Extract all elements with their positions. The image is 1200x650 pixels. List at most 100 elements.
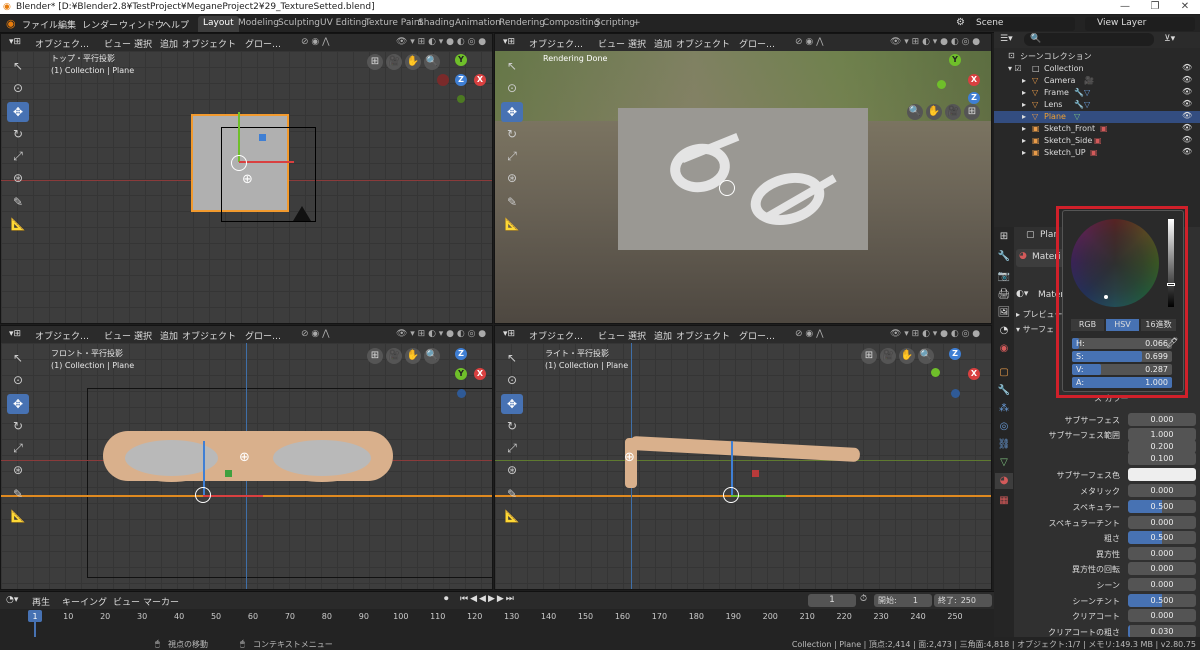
pan-icon[interactable]: ✋ bbox=[926, 104, 942, 120]
cursor-tool-icon[interactable]: ⊙ bbox=[501, 370, 523, 390]
property-field[interactable]: 0.500 bbox=[1128, 594, 1196, 607]
scale-tool-icon[interactable]: ⤢ bbox=[7, 438, 29, 458]
move-tool-icon[interactable]: ✥ bbox=[7, 102, 29, 122]
mode-selector[interactable]: オブジェク… bbox=[35, 37, 89, 50]
menu-add[interactable]: 追加 bbox=[160, 329, 178, 342]
data-tab-icon[interactable]: ▽ bbox=[995, 455, 1013, 471]
material-tab-icon[interactable]: ◕ bbox=[995, 473, 1013, 489]
measure-tool-icon[interactable]: 📐 bbox=[7, 506, 29, 526]
menu-object[interactable]: オブジェクト bbox=[182, 37, 236, 50]
outliner-item-sketch-side[interactable]: ▸ ▣ Sketch_Side ▣ 👁 bbox=[994, 135, 1200, 147]
cursor-tool-icon[interactable]: ⊙ bbox=[501, 78, 523, 98]
viewport-right[interactable]: ▾⊞ オブジェク… ビュー 選択 追加 オブジェクト グロー… ⊘ ◉ ⋀ 👁 … bbox=[494, 325, 992, 590]
snap-icon[interactable]: ⊘ ◉ ⋀ bbox=[795, 329, 824, 339]
measure-tool-icon[interactable]: 📐 bbox=[501, 506, 523, 526]
visibility-icon[interactable]: 👁 ▾ ⊞ ◐ ▾ ● ◐ ◎ ● bbox=[396, 329, 486, 339]
menu-file[interactable]: ファイル bbox=[22, 18, 58, 31]
editor-type-icon[interactable]: ▾⊞ bbox=[503, 329, 515, 339]
playback-controls[interactable]: ⏮◀◀▶▶⏭ bbox=[460, 594, 516, 604]
nav-y-axis[interactable]: Y bbox=[455, 54, 467, 66]
nav-x-axis[interactable]: X bbox=[968, 74, 980, 86]
transform-tool-icon[interactable]: ⊛ bbox=[501, 168, 523, 188]
editor-type-icon[interactable]: ◔▾ bbox=[6, 595, 18, 605]
glasses-lens-left[interactable] bbox=[119, 434, 224, 482]
property-field[interactable]: 0.000 bbox=[1128, 578, 1196, 591]
view-layer-tab-icon[interactable]: 🖼 bbox=[995, 305, 1013, 321]
transform-tool-icon[interactable]: ⊛ bbox=[501, 460, 523, 480]
close-button[interactable]: ✕ bbox=[1170, 1, 1200, 12]
property-field[interactable]: 0.100 bbox=[1128, 452, 1196, 465]
nav-neg-z[interactable] bbox=[951, 389, 960, 398]
measure-tool-icon[interactable]: 📐 bbox=[501, 214, 523, 234]
gizmo-x-arrow[interactable] bbox=[203, 495, 263, 497]
orientation-selector[interactable]: グロー… bbox=[739, 37, 775, 50]
menu-view[interactable]: ビュー bbox=[104, 329, 131, 342]
cursor-tool-icon[interactable]: ⊙ bbox=[7, 370, 29, 390]
menu-select[interactable]: 選択 bbox=[134, 37, 152, 50]
menu-view[interactable]: ビュー bbox=[598, 37, 625, 50]
select-tool-icon[interactable]: ↖ bbox=[501, 56, 523, 76]
annotate-tool-icon[interactable]: ✎ bbox=[501, 192, 523, 212]
start-frame-field[interactable]: 開始: 1 bbox=[874, 594, 932, 607]
gizmo-plane-handle[interactable] bbox=[752, 470, 759, 477]
camera-icon[interactable] bbox=[293, 206, 311, 221]
measure-tool-icon[interactable]: 📐 bbox=[7, 214, 29, 234]
visibility-icon[interactable]: 👁 ▾ ⊞ ◐ ▾ ● ◐ ◎ ● bbox=[890, 329, 980, 339]
gizmo-center[interactable] bbox=[723, 487, 739, 503]
rotate-tool-icon[interactable]: ↻ bbox=[501, 416, 523, 436]
eye-icon[interactable]: 👁 bbox=[1182, 135, 1192, 144]
world-tab-icon[interactable]: ◉ bbox=[995, 341, 1013, 357]
constraints-tab-icon[interactable]: ⛓ bbox=[995, 437, 1013, 453]
property-field[interactable]: 0.500 bbox=[1128, 531, 1196, 544]
property-field[interactable]: 0.000 bbox=[1128, 413, 1196, 426]
scale-tool-icon[interactable]: ⤢ bbox=[501, 438, 523, 458]
viewport-top[interactable]: ▾⊞ オブジェク… ビュー 選択 追加 オブジェクト グロー… ⊘ ◉ ⋀ 👁 … bbox=[0, 33, 493, 324]
mode-selector[interactable]: オブジェク… bbox=[529, 37, 583, 50]
eye-icon[interactable]: 👁 bbox=[1182, 75, 1192, 84]
nav-y-axis[interactable]: Y bbox=[455, 368, 467, 380]
nav-z-axis[interactable]: Z bbox=[968, 92, 980, 104]
physics-tab-icon[interactable]: ◎ bbox=[995, 419, 1013, 435]
menu-select[interactable]: 選択 bbox=[628, 329, 646, 342]
gizmo-plane-handle[interactable] bbox=[225, 470, 232, 477]
visibility-icon[interactable]: 👁 ▾ ⊞ ◐ ▾ ● ◐ ◎ ● bbox=[890, 37, 980, 47]
menu-select[interactable]: 選択 bbox=[628, 37, 646, 50]
property-field[interactable]: 0.500 bbox=[1128, 500, 1196, 513]
menu-marker[interactable]: マーカー bbox=[143, 595, 179, 608]
outliner-item-collection[interactable]: ▾ ☑ □ Collection 👁 bbox=[994, 63, 1200, 75]
filter-icon[interactable]: ⊻▾ bbox=[1164, 34, 1175, 44]
property-field[interactable]: 0.000 bbox=[1128, 609, 1196, 622]
property-field[interactable]: 0.000 bbox=[1128, 562, 1196, 575]
viewport-front[interactable]: ▾⊞ オブジェク… ビュー 選択 追加 オブジェクト グロー… ⊘ ◉ ⋀ 👁 … bbox=[0, 325, 493, 590]
gizmo-y-arrow[interactable] bbox=[731, 495, 786, 497]
cursor-3d-icon[interactable]: ⊕ bbox=[624, 450, 635, 465]
camera-view-icon[interactable]: 🎥 bbox=[386, 54, 402, 70]
menu-add[interactable]: 追加 bbox=[654, 37, 672, 50]
nav-z-axis[interactable]: Z bbox=[949, 348, 961, 360]
select-tool-icon[interactable]: ↖ bbox=[7, 56, 29, 76]
menu-object[interactable]: オブジェクト bbox=[676, 329, 730, 342]
menu-object[interactable]: オブジェクト bbox=[182, 329, 236, 342]
nav-neg-y[interactable] bbox=[937, 80, 946, 89]
gizmo-plane-handle[interactable] bbox=[259, 134, 266, 141]
nav-neg-x[interactable] bbox=[437, 74, 449, 86]
toggle-camera-view-icon[interactable]: ⊞ bbox=[964, 104, 980, 120]
outliner-item-frame[interactable]: ▸ ▽ Frame 🔧▽ 👁 bbox=[994, 87, 1200, 99]
menu-add[interactable]: 追加 bbox=[160, 37, 178, 50]
snap-icon[interactable]: ⊘ ◉ ⋀ bbox=[301, 329, 330, 339]
menu-add[interactable]: 追加 bbox=[654, 329, 672, 342]
scale-tool-icon[interactable]: ⤢ bbox=[501, 146, 523, 166]
move-tool-icon[interactable]: ✥ bbox=[501, 102, 523, 122]
annotate-tool-icon[interactable]: ✎ bbox=[501, 484, 523, 504]
transform-tool-icon[interactable]: ⊛ bbox=[7, 460, 29, 480]
orientation-selector[interactable]: グロー… bbox=[245, 37, 281, 50]
cursor-3d-icon[interactable]: ⊕ bbox=[242, 172, 253, 187]
select-tool-icon[interactable]: ↖ bbox=[7, 348, 29, 368]
eye-icon[interactable]: 👁 bbox=[1182, 147, 1192, 156]
add-workspace-button[interactable]: + bbox=[628, 16, 646, 32]
menu-keying[interactable]: キーイング bbox=[62, 595, 107, 608]
annotate-tool-icon[interactable]: ✎ bbox=[7, 192, 29, 212]
outliner-search-input[interactable]: 🔍 bbox=[1024, 33, 1154, 46]
modifier-tab-icon[interactable]: 🔧 bbox=[995, 383, 1013, 399]
nav-neg-y[interactable] bbox=[457, 95, 465, 103]
